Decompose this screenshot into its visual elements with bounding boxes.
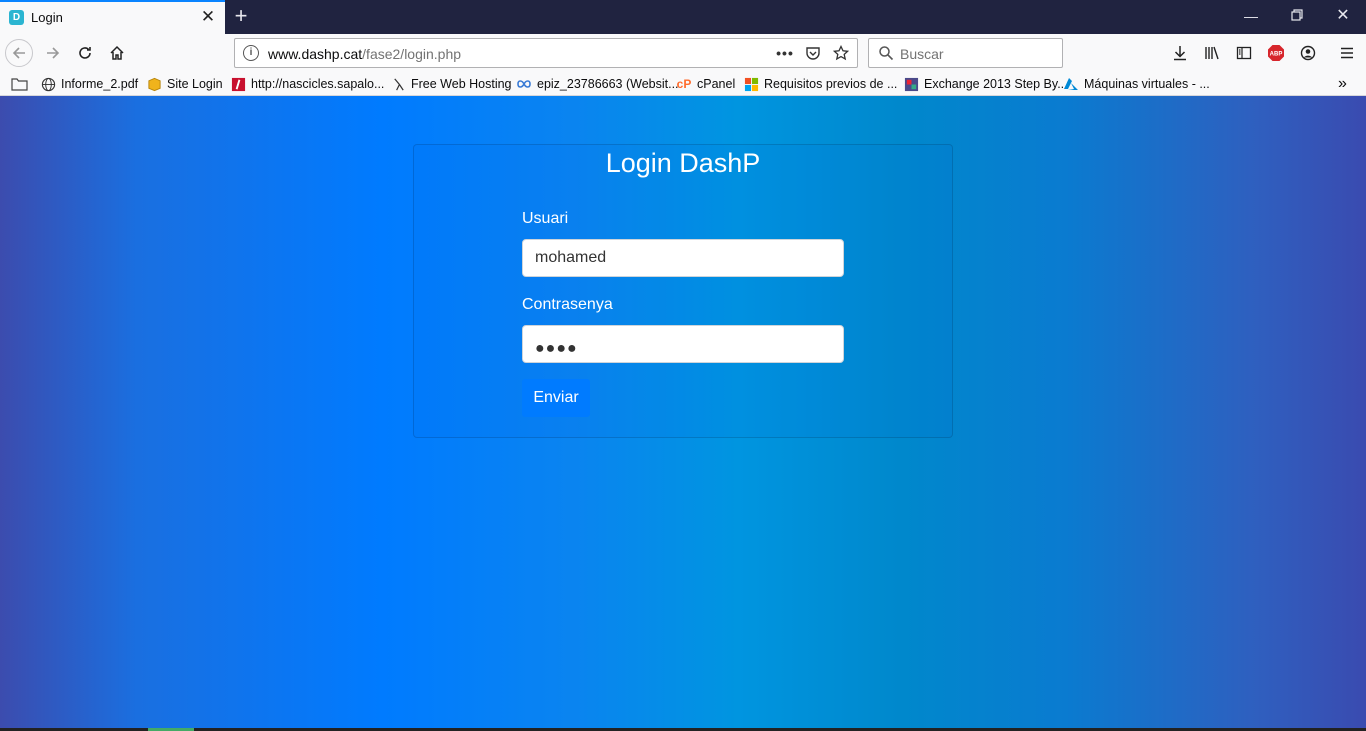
bookmark-star-icon[interactable] xyxy=(829,42,853,64)
navigation-toolbar: i www.dashp.cat/fase2/login.php ••• Busc… xyxy=(0,34,1366,72)
url-bar[interactable]: i www.dashp.cat/fase2/login.php ••• xyxy=(234,38,858,68)
bookmark-requisitos[interactable]: Requisitos previos de ... xyxy=(743,75,897,93)
minimize-icon[interactable]: — xyxy=(1228,0,1274,32)
bookmark-epiz[interactable]: epiz_23786663 (Websit... xyxy=(516,75,679,93)
forward-icon[interactable] xyxy=(39,39,67,67)
svg-text:ABP: ABP xyxy=(1270,52,1283,58)
close-tab-icon[interactable]: ✕ xyxy=(198,7,218,27)
search-bar[interactable]: Buscar xyxy=(868,38,1063,68)
bookmarks-overflow-icon[interactable]: » xyxy=(1338,75,1347,93)
page-content: Login DashP Usuari Contrasenya ●●●● Envi… xyxy=(0,96,1366,728)
new-tab-icon[interactable]: + xyxy=(229,3,253,29)
cpanel-icon: cP xyxy=(676,77,692,91)
sidebar-icon[interactable] xyxy=(1230,39,1258,67)
box-icon xyxy=(146,76,162,92)
bookmark-nascicles[interactable]: http://nascicles.sapalo... xyxy=(230,75,384,93)
username-input[interactable] xyxy=(522,239,844,277)
microsoft-icon xyxy=(743,76,759,92)
bookmark-informe[interactable]: Informe_2.pdf xyxy=(40,75,138,93)
site-info-icon[interactable]: i xyxy=(243,45,259,61)
exchange-icon xyxy=(903,76,919,92)
adblock-plus-icon[interactable]: ABP xyxy=(1262,39,1290,67)
home-icon[interactable] xyxy=(103,39,131,67)
bookmark-cpanel[interactable]: cP cPanel xyxy=(676,75,736,93)
azure-icon xyxy=(1063,76,1079,92)
tab-title: Login xyxy=(31,10,63,25)
url-text: www.dashp.cat/fase2/login.php xyxy=(268,46,462,62)
tab-login[interactable]: D Login ✕ xyxy=(0,0,225,34)
password-label: Contrasenya xyxy=(522,296,613,313)
tab-strip: D Login ✕ + — ✕ xyxy=(0,0,1366,34)
bookmarks-toolbar: Informe_2.pdf Site Login http://nascicle… xyxy=(0,72,1366,96)
downloads-icon[interactable] xyxy=(1166,39,1194,67)
infinity-icon xyxy=(516,76,532,92)
password-input[interactable] xyxy=(522,325,844,363)
login-card: Login DashP Usuari Contrasenya ●●●● Envi… xyxy=(413,144,953,438)
back-icon[interactable] xyxy=(5,39,33,67)
pocket-icon[interactable] xyxy=(801,42,825,64)
page-actions-icon[interactable]: ••• xyxy=(773,42,797,64)
search-placeholder: Buscar xyxy=(900,46,944,62)
bookmark-site-login[interactable]: Site Login xyxy=(146,75,223,93)
submit-button[interactable]: Enviar xyxy=(522,379,590,417)
bookmark-exchange[interactable]: Exchange 2013 Step By... xyxy=(903,75,1068,93)
bookmark-maquinas-virtuales[interactable]: Máquinas virtuales - ... xyxy=(1063,75,1210,93)
close-window-icon[interactable]: ✕ xyxy=(1320,0,1366,32)
search-icon xyxy=(878,45,894,64)
globe-icon xyxy=(40,76,56,92)
bookmark-free-web-hosting[interactable]: Free Web Hosting xyxy=(390,75,512,93)
bookmarks-folder-icon[interactable] xyxy=(11,75,28,93)
page-title: Login DashP xyxy=(605,148,761,178)
account-icon[interactable] xyxy=(1294,39,1322,67)
site-favicon-icon: D xyxy=(9,10,24,25)
restore-icon[interactable] xyxy=(1274,0,1320,32)
reload-icon[interactable] xyxy=(71,39,99,67)
red-page-icon xyxy=(230,76,246,92)
username-label: Usuari xyxy=(522,210,569,227)
menu-icon[interactable] xyxy=(1333,39,1361,67)
hosting-icon xyxy=(390,76,406,92)
library-icon[interactable] xyxy=(1198,39,1226,67)
